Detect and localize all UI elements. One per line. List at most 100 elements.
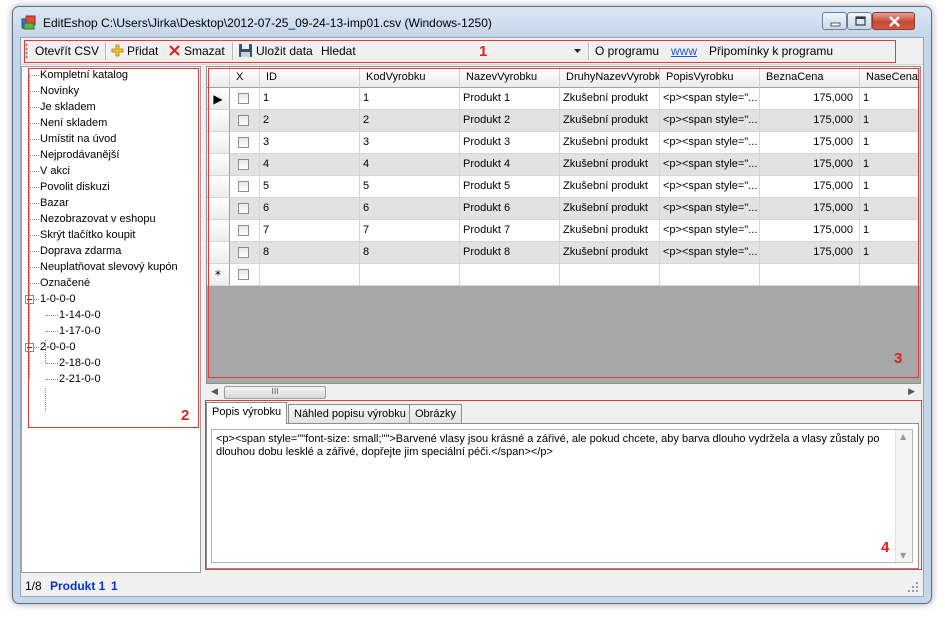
table-cell-nase[interactable]: 1 — [860, 154, 920, 176]
table-cell-nazev[interactable]: Produkt 1 — [460, 88, 560, 110]
table-cell-nazev[interactable] — [460, 264, 560, 286]
table-cell-popis[interactable] — [660, 264, 760, 286]
product-grid[interactable]: X ID KodVyrobku NazevVyrobku DruhyNazevVyrob… — [206, 66, 921, 384]
add-button[interactable]: Přidat — [127, 44, 158, 58]
tree-item[interactable]: Bazar — [40, 196, 69, 210]
close-button[interactable] — [872, 12, 915, 30]
table-cell-nazev[interactable]: Produkt 4 — [460, 154, 560, 176]
table-cell-id[interactable]: 2 — [260, 110, 360, 132]
table-cell-kod[interactable]: 1 — [360, 88, 460, 110]
row-checkbox[interactable] — [238, 115, 249, 126]
tree-collapse-icon[interactable] — [25, 343, 34, 352]
tree-item[interactable]: Nejprodávanější — [40, 148, 120, 162]
tree-item[interactable]: Povolit diskuzi — [40, 180, 110, 194]
scroll-down-arrow-icon[interactable]: ▼ — [900, 551, 906, 560]
table-cell-nase[interactable]: 1 — [860, 176, 920, 198]
table-cell-druhy[interactable]: Zkušební produkt — [560, 242, 660, 264]
column-header[interactable]: ID — [260, 67, 360, 88]
table-row[interactable]: 3 3 Produkt 3 Zkušební produkt <p><span styl… — [207, 132, 920, 154]
table-cell-druhy[interactable]: Zkušební produkt — [560, 198, 660, 220]
table-cell-popis[interactable]: <p><span style="... — [660, 242, 760, 264]
table-cell-id[interactable]: 8 — [260, 242, 360, 264]
table-cell-nazev[interactable]: Produkt 7 — [460, 220, 560, 242]
row-checkbox[interactable] — [238, 225, 249, 236]
table-cell-druhy[interactable]: Zkušební produkt — [560, 220, 660, 242]
table-cell-cena[interactable]: 175,000 — [760, 176, 860, 198]
column-header[interactable]: NazevVyrobku — [460, 67, 560, 88]
table-row[interactable]: ▶ 1 1 Produkt 1 Zkušební produkt <p><span sty… — [207, 88, 920, 110]
table-cell-id[interactable]: 6 — [260, 198, 360, 220]
table-cell-id[interactable]: 5 — [260, 176, 360, 198]
row-checkbox[interactable] — [238, 181, 249, 192]
tree-item[interactable]: V akci — [40, 164, 70, 178]
column-header[interactable]: KodVyrobku — [360, 67, 460, 88]
table-cell-cena[interactable]: 175,000 — [760, 154, 860, 176]
table-cell-kod[interactable]: 2 — [360, 110, 460, 132]
row-header[interactable] — [207, 220, 230, 242]
table-cell-cena[interactable]: 175,000 — [760, 198, 860, 220]
scroll-thumb[interactable]: III — [224, 386, 326, 399]
table-cell-popis[interactable]: <p><span style="... — [660, 154, 760, 176]
table-cell-id[interactable]: 3 — [260, 132, 360, 154]
www-link[interactable]: www — [671, 44, 697, 58]
column-header[interactable]: NaseCena — [860, 67, 920, 88]
grid-horizontal-scrollbar[interactable]: ◀ III ▶ — [206, 384, 921, 400]
table-cell-cena[interactable] — [760, 264, 860, 286]
table-cell-kod[interactable]: 8 — [360, 242, 460, 264]
row-header[interactable] — [207, 242, 230, 264]
table-cell-id[interactable]: 1 — [260, 88, 360, 110]
save-button[interactable]: Uložit data — [256, 44, 313, 58]
table-row[interactable]: 7 7 Produkt 7 Zkušební produkt <p><span styl… — [207, 220, 920, 242]
description-textarea[interactable]: <p><span style=""font-size: small;"">Bar… — [211, 429, 913, 563]
dropdown-arrow-icon[interactable] — [574, 49, 581, 53]
tree-item[interactable]: Doprava zdarma — [40, 244, 121, 258]
row-checkbox[interactable] — [238, 93, 249, 104]
tab-images[interactable]: Obrázky — [409, 404, 462, 423]
table-cell-popis[interactable]: <p><span style="... — [660, 176, 760, 198]
table-cell-druhy[interactable]: Zkušební produkt — [560, 132, 660, 154]
table-cell-nazev[interactable]: Produkt 8 — [460, 242, 560, 264]
tree-item[interactable]: Nezobrazovat v eshopu — [40, 212, 156, 226]
column-header[interactable]: DruhyNazevVyrobk — [560, 67, 660, 88]
table-cell-popis[interactable]: <p><span style="... — [660, 220, 760, 242]
table-row[interactable]: 4 4 Produkt 4 Zkušební produkt <p><span styl… — [207, 154, 920, 176]
category-tree[interactable]: Kompletní katalog Novinky Je skladem Není s… — [21, 66, 201, 573]
resize-grip-icon[interactable] — [908, 582, 919, 593]
tree-item[interactable]: 2-0-0-0 — [40, 340, 75, 354]
row-checkbox[interactable] — [238, 203, 249, 214]
table-cell-kod[interactable] — [360, 264, 460, 286]
row-checkbox[interactable] — [238, 247, 249, 258]
row-checkbox[interactable] — [238, 269, 249, 280]
tab-product-description[interactable]: Popis výrobku — [206, 402, 288, 424]
open-csv-button[interactable]: Otevřít CSV — [35, 44, 99, 58]
table-cell-druhy[interactable]: Zkušební produkt — [560, 154, 660, 176]
delete-button[interactable]: Smazat — [184, 44, 225, 58]
table-cell-druhy[interactable]: Zkušební produkt — [560, 110, 660, 132]
table-cell-kod[interactable]: 7 — [360, 220, 460, 242]
description-vertical-scrollbar[interactable]: ▲ ▼ — [895, 430, 912, 562]
table-cell-nazev[interactable]: Produkt 3 — [460, 132, 560, 154]
row-header[interactable] — [207, 176, 230, 198]
table-cell-popis[interactable]: <p><span style="... — [660, 198, 760, 220]
feedback-button[interactable]: Připomínky k programu — [709, 44, 833, 58]
about-button[interactable]: O programu — [595, 44, 659, 58]
tree-collapse-icon[interactable] — [25, 295, 34, 304]
table-cell-popis[interactable]: <p><span style="... — [660, 88, 760, 110]
table-cell-kod[interactable]: 4 — [360, 154, 460, 176]
row-header[interactable] — [207, 132, 230, 154]
scroll-up-arrow-icon[interactable]: ▲ — [900, 432, 906, 441]
tab-description-preview[interactable]: Náhled popisu výrobku — [288, 404, 412, 423]
table-cell-popis[interactable]: <p><span style="... — [660, 132, 760, 154]
table-cell-nazev[interactable]: Produkt 6 — [460, 198, 560, 220]
table-cell-kod[interactable]: 5 — [360, 176, 460, 198]
row-checkbox[interactable] — [238, 137, 249, 148]
search-combobox[interactable] — [367, 41, 583, 61]
table-cell-nase[interactable]: 1 — [860, 132, 920, 154]
table-cell-cena[interactable]: 175,000 — [760, 110, 860, 132]
table-cell-druhy[interactable] — [560, 264, 660, 286]
table-cell-nase[interactable] — [860, 264, 920, 286]
row-header[interactable]: * — [207, 264, 230, 286]
table-row[interactable]: 6 6 Produkt 6 Zkušební produkt <p><span styl… — [207, 198, 920, 220]
title-bar[interactable]: EditEshop C:\Users\Jirka\Desktop\2012-07… — [13, 7, 931, 37]
table-cell-kod[interactable]: 3 — [360, 132, 460, 154]
